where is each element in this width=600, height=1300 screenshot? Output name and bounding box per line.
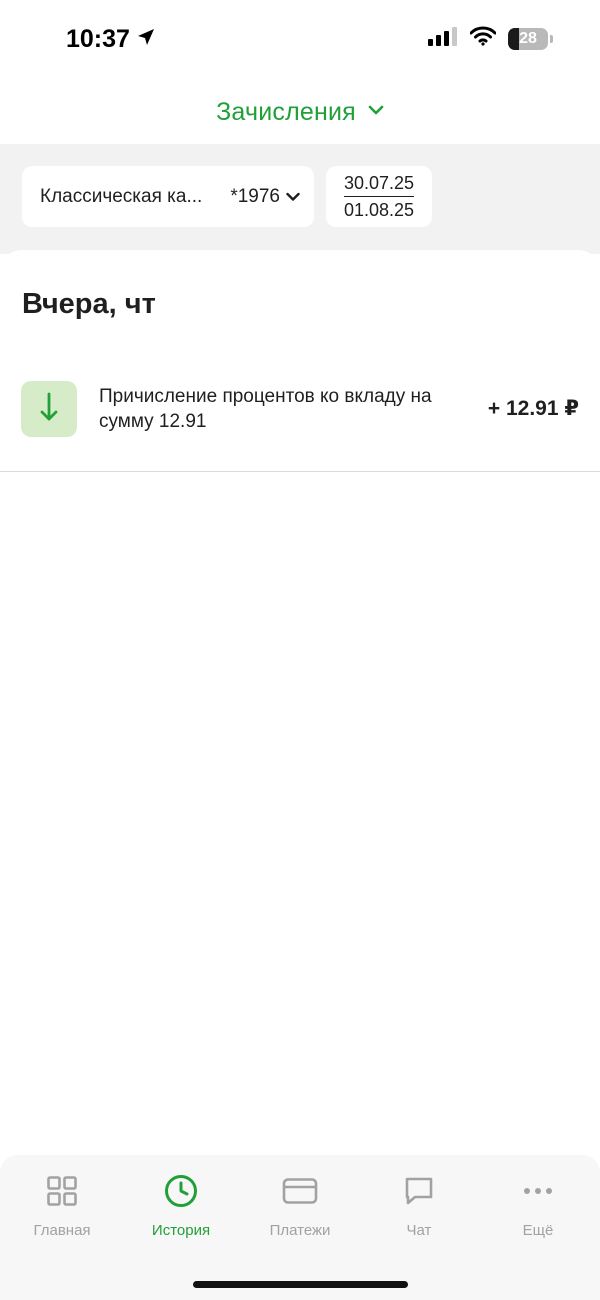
tab-more[interactable]: Ещё bbox=[478, 1173, 598, 1239]
status-indicators: 28 bbox=[428, 26, 553, 51]
page-title: Зачисления bbox=[216, 97, 356, 126]
date-range-selector[interactable]: 30.07.25 01.08.25 bbox=[326, 166, 432, 227]
account-name: Классическая ка... bbox=[40, 185, 203, 207]
battery-cap bbox=[550, 34, 553, 43]
tab-history[interactable]: История bbox=[121, 1173, 241, 1239]
chevron-down-icon bbox=[368, 103, 384, 121]
tab-home[interactable]: Главная bbox=[2, 1173, 122, 1239]
location-arrow-icon bbox=[136, 25, 156, 54]
transaction-icon bbox=[21, 381, 77, 437]
tab-label: Платежи bbox=[269, 1222, 331, 1239]
transaction-amount: + 12.91 ₽ bbox=[487, 397, 579, 420]
grid-icon bbox=[46, 1173, 78, 1209]
history-list: Вчера, чт Причисление процентов ко вклад… bbox=[0, 250, 600, 1155]
transaction-row[interactable]: Причисление процентов ко вкладу на сумму… bbox=[0, 368, 600, 472]
tab-bar: Главная История Платежи Чат Ещё bbox=[0, 1155, 600, 1300]
tab-chat[interactable]: Чат bbox=[359, 1173, 479, 1239]
wifi-icon bbox=[469, 26, 497, 51]
filter-bar: Классическая ка... *1976 30.07.25 01.08.… bbox=[0, 144, 600, 254]
battery-icon: 28 bbox=[508, 27, 553, 50]
chat-bubble-icon bbox=[403, 1173, 435, 1209]
tab-label: Главная bbox=[33, 1222, 91, 1239]
date-from: 30.07.25 bbox=[343, 173, 415, 197]
arrow-down-icon bbox=[39, 391, 59, 428]
more-dots-icon bbox=[523, 1173, 553, 1209]
clock-icon bbox=[164, 1173, 198, 1209]
tab-label: Ещё bbox=[522, 1222, 554, 1239]
date-to: 01.08.25 bbox=[343, 200, 415, 220]
tab-label: Чат bbox=[406, 1222, 432, 1239]
chevron-down-icon bbox=[286, 192, 300, 202]
home-indicator[interactable] bbox=[193, 1281, 408, 1288]
battery-fill bbox=[508, 27, 520, 50]
battery-level: 28 bbox=[519, 29, 537, 47]
tab-label: История bbox=[151, 1222, 211, 1239]
card-icon bbox=[282, 1173, 318, 1209]
account-number: *1976 bbox=[230, 185, 280, 207]
status-bar: 10:37 28 bbox=[0, 0, 600, 80]
cellular-signal-icon bbox=[428, 26, 458, 51]
account-selector[interactable]: Классическая ка... *1976 bbox=[22, 166, 314, 227]
tab-payments[interactable]: Платежи bbox=[240, 1173, 360, 1239]
day-heading: Вчера, чт bbox=[22, 288, 156, 320]
time-text: 10:37 bbox=[66, 25, 130, 53]
operations-filter-dropdown[interactable]: Зачисления bbox=[0, 80, 600, 144]
status-time: 10:37 bbox=[66, 25, 156, 54]
transaction-description: Причисление процентов ко вкладу на сумму… bbox=[99, 386, 432, 432]
